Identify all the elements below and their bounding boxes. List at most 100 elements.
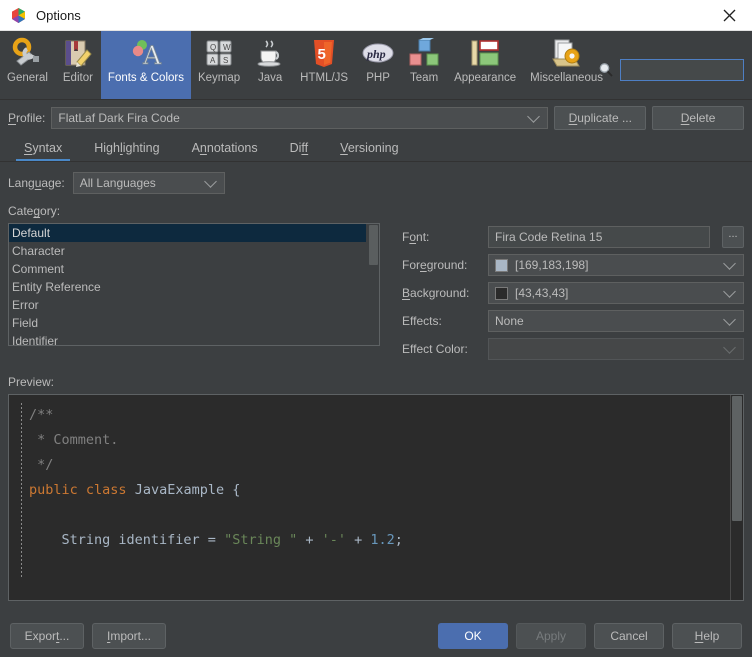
delete-profile-button[interactable]: Delete <box>652 105 744 130</box>
font-value: Fira Code Retina 15 <box>495 230 603 244</box>
chevron-down-icon <box>723 285 736 298</box>
preview-label: Preview: <box>8 375 55 389</box>
list-item[interactable]: Comment <box>9 260 366 278</box>
duplicate-profile-button[interactable]: Duplicate ... <box>554 105 647 130</box>
preview-scrollbar-thumb[interactable] <box>732 396 742 521</box>
toolbar-item-html-js[interactable]: 5 HTML/JS <box>293 31 355 99</box>
footer-right-buttons: OK Apply Cancel Help <box>438 623 742 649</box>
svg-text:W: W <box>223 43 231 52</box>
toolbar-item-team[interactable]: Team <box>401 31 447 99</box>
chevron-down-icon <box>723 257 736 270</box>
toolbar-item-keymap[interactable]: Q W A S Keymap <box>191 31 247 99</box>
tab-label: Syntax <box>24 141 63 155</box>
toolbar-item-general[interactable]: General <box>0 31 55 99</box>
import-button[interactable]: Import... <box>92 623 166 649</box>
tab-label: Annotations <box>191 141 258 155</box>
chevron-down-icon <box>723 341 736 354</box>
code-token: + <box>297 532 322 548</box>
documents-gear-icon <box>551 37 583 69</box>
scheme-tabs: Syntax Highlighting Annotations Diff Ver… <box>0 134 752 162</box>
category-scrollbar[interactable] <box>366 224 379 345</box>
list-item[interactable]: Default <box>9 224 366 242</box>
code-token: "String " <box>224 532 298 548</box>
properties-panel: Font: Fira Code Retina 15 ... Foreground… <box>402 223 744 363</box>
cancel-button[interactable]: Cancel <box>594 623 664 649</box>
tab-diff[interactable]: Diff <box>274 135 325 161</box>
code-line: String identifier = "String " + '-' + 1.… <box>29 528 729 553</box>
ok-button[interactable]: OK <box>438 623 508 649</box>
effect-color-label: Effect Color: <box>402 342 468 356</box>
tab-annotations[interactable]: Annotations <box>176 135 274 161</box>
effect-color-combobox[interactable] <box>488 338 744 360</box>
effects-label: Effects: <box>402 314 442 328</box>
toolbar-item-miscellaneous[interactable]: Miscellaneous <box>523 31 610 99</box>
export-button[interactable]: Export... <box>10 623 84 649</box>
tab-highlighting[interactable]: Highlighting <box>78 135 175 161</box>
tab-syntax[interactable]: Syntax <box>8 135 78 161</box>
category-scrollbar-thumb[interactable] <box>369 225 378 265</box>
language-value: All Languages <box>79 176 156 190</box>
font-browse-button[interactable]: ... <box>722 226 744 248</box>
preview-editor[interactable]: /** * Comment. */ public class JavaExampl… <box>8 394 744 601</box>
effects-value: None <box>495 314 524 328</box>
profile-value: FlatLaf Dark Fira Code <box>58 110 180 125</box>
window-title: Options <box>36 7 81 23</box>
toolbar-item-fonts-and-colors[interactable]: A Fonts & Colors <box>100 31 191 99</box>
foreground-combobox[interactable]: [169,183,198] <box>488 254 744 276</box>
font-browse-label: ... <box>728 228 738 240</box>
list-item[interactable]: Character <box>9 242 366 260</box>
search-input[interactable] <box>620 59 744 81</box>
background-color-swatch <box>495 286 508 300</box>
code-token: 1.2 <box>370 532 395 548</box>
footer-left-buttons: Export... Import... <box>10 623 166 649</box>
list-item[interactable]: Field <box>9 314 366 332</box>
list-item[interactable]: Identifier <box>9 332 366 345</box>
code-token: * Comment. <box>29 432 119 448</box>
chevron-down-icon <box>723 313 736 326</box>
profile-label: Profile: <box>8 110 46 125</box>
code-line: public class JavaExample { <box>29 478 729 503</box>
background-value: [43,43,43] <box>515 286 569 300</box>
language-combobox[interactable]: All Languages <box>72 172 225 194</box>
font-field[interactable]: Fira Code Retina 15 <box>488 226 710 248</box>
toolbar-item-label: Miscellaneous <box>530 72 603 84</box>
toolbar-item-editor[interactable]: Editor <box>55 31 101 99</box>
effects-combobox[interactable]: None <box>488 310 744 332</box>
toolbar-item-label: Keymap <box>197 72 241 84</box>
title-bar: Options <box>0 0 752 31</box>
html5-shield-icon: 5 <box>308 37 340 69</box>
close-icon[interactable] <box>706 0 752 31</box>
font-row: Font: Fira Code Retina 15 ... <box>402 223 744 251</box>
toolbar-item-java[interactable]: Java <box>247 31 293 99</box>
background-combobox[interactable]: [43,43,43] <box>488 282 744 304</box>
cancel-label: Cancel <box>610 629 648 643</box>
svg-text:Q: Q <box>210 43 216 52</box>
list-item[interactable]: Entity Reference <box>9 278 366 296</box>
foreground-row: Foreground: [169,183,198] <box>402 251 744 279</box>
toolbar-item-php[interactable]: php PHP <box>355 31 401 99</box>
effect-color-row: Effect Color: <box>402 335 744 363</box>
font-label: Font: <box>402 230 430 244</box>
font-colors-icon: A <box>130 37 162 70</box>
gear-wrench-icon <box>11 37 43 69</box>
list-item[interactable]: Error <box>9 296 366 314</box>
preview-scrollbar[interactable] <box>730 395 743 600</box>
category-list[interactable]: Default Character Comment Entity Referen… <box>8 223 380 346</box>
code-token: ; <box>394 532 403 548</box>
settings-category-toolbar: General Editor A Fonts & Colors Q W A S … <box>0 31 752 100</box>
toolbar-item-appearance[interactable]: Appearance <box>447 31 523 99</box>
delete-profile-label: Delete <box>680 110 716 125</box>
tab-versioning[interactable]: Versioning <box>324 135 414 161</box>
code-token: public <box>29 482 78 498</box>
apply-label: Apply <box>535 629 567 643</box>
import-label: Import... <box>106 629 152 643</box>
help-button[interactable]: Help <box>672 623 742 649</box>
tab-label: Versioning <box>340 141 399 155</box>
profile-combobox[interactable]: FlatLaf Dark Fira Code <box>51 106 549 129</box>
help-label: Help <box>694 629 720 643</box>
svg-text:php: php <box>366 47 386 61</box>
foreground-label: Foreground: <box>402 258 468 272</box>
code-token: /** <box>29 407 54 423</box>
